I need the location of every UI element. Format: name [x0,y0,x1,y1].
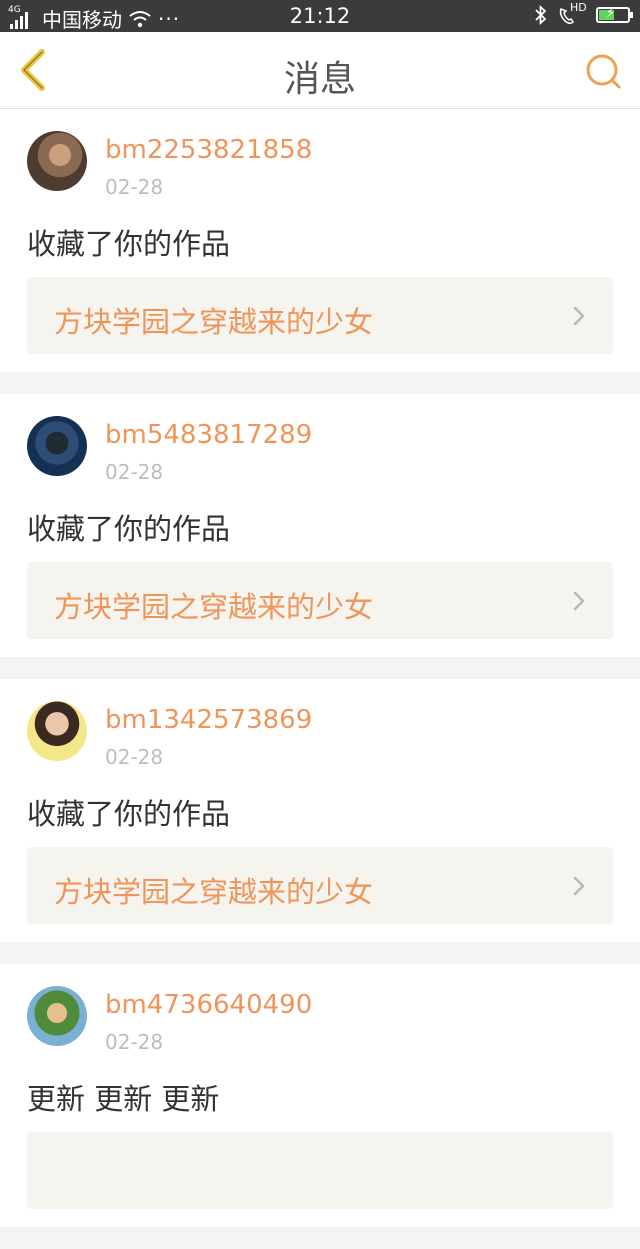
work-link[interactable] [27,1132,613,1209]
work-link[interactable]: 方块学园之穿越来的少女 [27,562,613,639]
chevron-right-icon [573,876,585,896]
username[interactable]: bm5483817289 [105,420,312,450]
work-title: 方块学园之穿越来的少女 [54,590,374,624]
message-card: bm4736640490 02-28 更新 更新 更新 [0,964,640,1227]
message-card: bm5483817289 02-28 收藏了你的作品 方块学园之穿越来的少女 [0,394,640,657]
search-icon[interactable] [584,52,624,92]
work-link[interactable]: 方块学园之穿越来的少女 [27,277,613,354]
message-list: bm2253821858 02-28 收藏了你的作品 方块学园之穿越来的少女 b… [0,109,640,1249]
message-date: 02-28 [105,175,164,199]
work-link[interactable]: 方块学园之穿越来的少女 [27,847,613,924]
hd-label: HD [570,1,587,14]
chevron-right-icon [573,306,585,326]
status-right: HD ⚡ [534,1,633,25]
action-text: 更新 更新 更新 [27,1082,220,1116]
chevron-right-icon [573,591,585,611]
work-title: 方块学园之穿越来的少女 [54,875,374,909]
avatar[interactable] [27,701,87,761]
message-date: 02-28 [105,1030,164,1054]
avatar[interactable] [27,416,87,476]
message-card: bm2253821858 02-28 收藏了你的作品 方块学园之穿越来的少女 [0,109,640,372]
work-title: 方块学园之穿越来的少女 [54,305,374,339]
avatar[interactable] [27,131,87,191]
battery-icon: ⚡ [596,6,633,23]
message-date: 02-28 [105,460,164,484]
action-text: 收藏了你的作品 [27,797,231,831]
avatar[interactable] [27,986,87,1046]
username[interactable]: bm4736640490 [105,990,312,1020]
hd-call-icon: HD [558,1,587,25]
status-bar: 4G 中国移动 ··· 21:12 HD ⚡ [0,0,640,32]
username[interactable]: bm2253821858 [105,135,312,165]
username[interactable]: bm1342573869 [105,705,312,735]
action-text: 收藏了你的作品 [27,512,231,546]
message-date: 02-28 [105,745,164,769]
bluetooth-icon [535,5,547,25]
action-text: 收藏了你的作品 [27,227,231,261]
message-card: bm1342573869 02-28 收藏了你的作品 方块学园之穿越来的少女 [0,679,640,942]
app-header: 消息 [0,32,640,109]
page-title: 消息 [283,59,356,100]
